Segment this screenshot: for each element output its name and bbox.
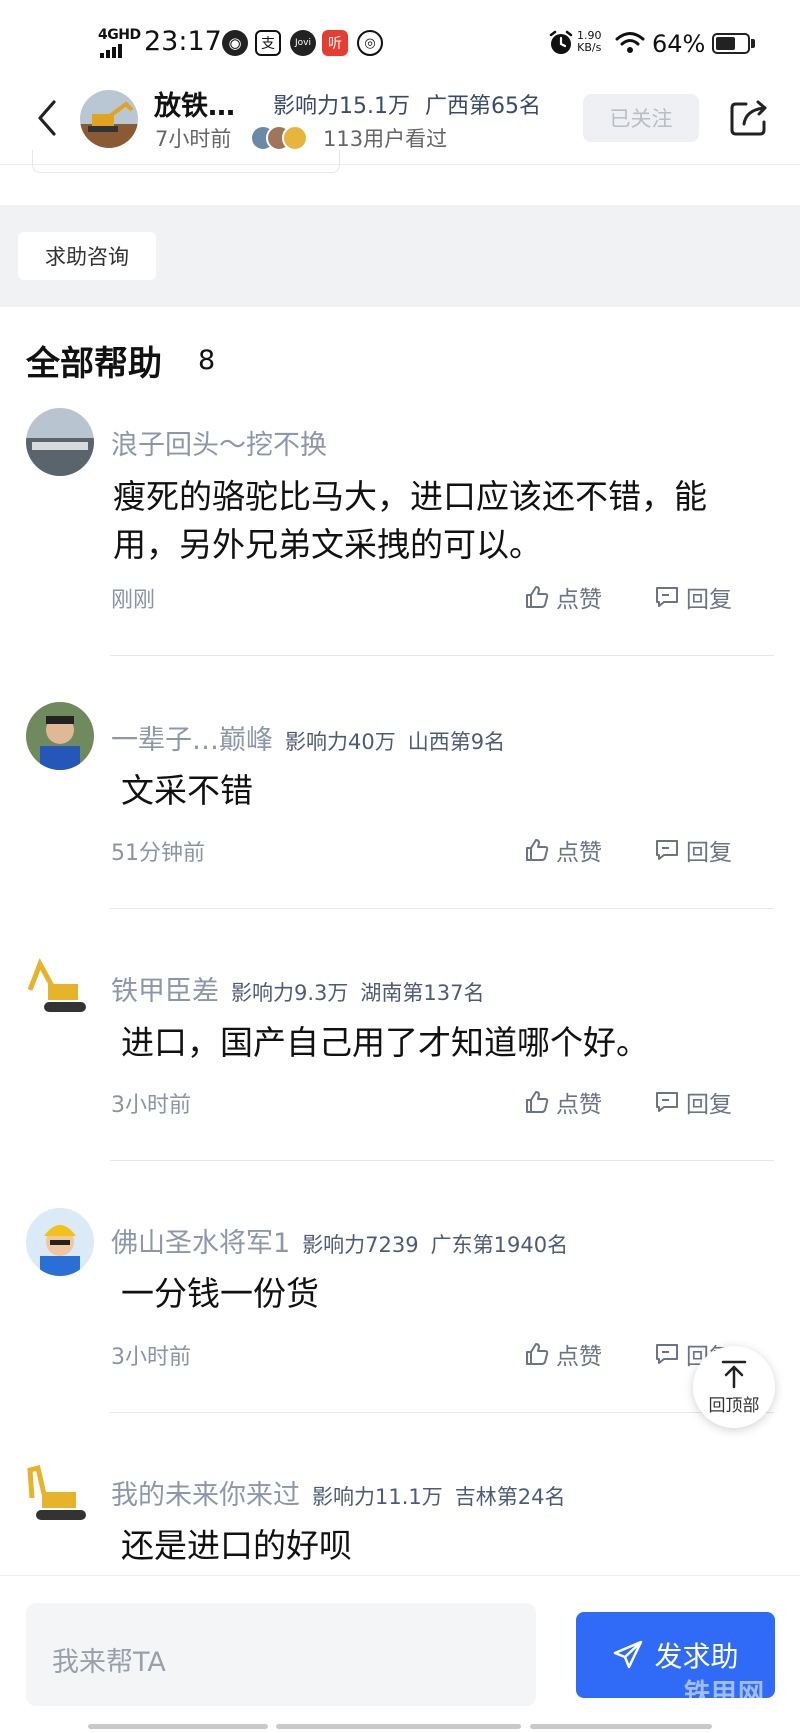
reply-icon (656, 840, 678, 860)
comment-text: 瘦死的骆驼比马大，进口应该还不错，能用，另外兄弟文采拽的可以。 (113, 477, 707, 564)
commenter-avatar[interactable] (26, 1462, 94, 1530)
like-label: 点赞 (556, 587, 602, 613)
section-count: 8 (198, 345, 216, 376)
category-tag[interactable]: 求助咨询 (18, 232, 156, 280)
home-indicator (530, 1724, 712, 1729)
home-indicator (88, 1724, 268, 1729)
comment-text: 文采不错 (121, 771, 253, 810)
ask-help-label: 发求助 (654, 1640, 739, 1673)
comment-text: 一分钱一份货 (121, 1274, 319, 1313)
netease-music-icon: ◎ (357, 30, 383, 56)
reply-label: 回复 (686, 840, 732, 866)
commenter-name[interactable]: 铁甲臣差 (111, 969, 219, 1008)
comment-text: 还是进口的好呗 (121, 1526, 352, 1565)
previous-card-edge (32, 150, 340, 173)
commenter-name[interactable]: 浪子回头～挖不换 (111, 423, 327, 462)
reply-label: 回复 (686, 1092, 732, 1118)
status-bar: 4GHD 23:17 ◉ 支 Jovi 听 ◎ 1.90 KB/s 64% (0, 0, 800, 88)
comment-time: 3小时前 (111, 1093, 191, 1118)
commenter-avatar[interactable] (26, 702, 94, 770)
commenter-influence: 影响力7239 (302, 1233, 419, 1257)
network-type: 4GHD (98, 27, 141, 43)
reply-input-placeholder: 我来帮TA (52, 1647, 166, 1678)
send-icon (614, 1640, 643, 1669)
battery-percent: 64% (652, 30, 706, 58)
author-influence: 影响力15.1万 (273, 94, 410, 119)
comment-divider (110, 655, 774, 656)
like-label: 点赞 (556, 840, 602, 866)
back-arrow-icon[interactable] (30, 98, 64, 138)
thumbs-up-icon (526, 1091, 549, 1113)
battery-icon (712, 33, 750, 54)
commenter-name[interactable]: 佛山圣水将军1 (111, 1221, 290, 1260)
arrow-up-icon (721, 1360, 747, 1388)
author-name[interactable]: 放铁… (154, 84, 235, 123)
commenter-header: 一辈子…巅峰 影响力40万 山西第9名 (111, 718, 505, 757)
viewer-count: 113用户看过 (323, 127, 448, 151)
author-rank: 广西第65名 (425, 94, 541, 119)
reply-button[interactable]: 回复 (654, 1085, 732, 1119)
back-to-top-button[interactable]: 回顶部 (693, 1346, 775, 1428)
reply-icon (656, 587, 678, 607)
post-time: 7小时前 (155, 127, 232, 151)
share-icon[interactable] (728, 98, 770, 138)
comment-divider (110, 1412, 774, 1413)
commenter-header: 佛山圣水将军1 影响力7239 广东第1940名 (111, 1221, 568, 1260)
thumbs-up-icon (526, 839, 549, 861)
reply-label: 回复 (686, 587, 732, 613)
wifi-icon (615, 32, 645, 53)
signal-icon (100, 44, 122, 58)
reply-button[interactable]: 回复 (654, 580, 732, 614)
commenter-name[interactable]: 我的未来你来过 (111, 1473, 300, 1512)
comment-time: 51分钟前 (111, 841, 205, 866)
like-label: 点赞 (556, 1344, 602, 1370)
comment-divider (110, 908, 774, 909)
comment-time: 3小时前 (111, 1345, 191, 1370)
thumbs-up-icon (526, 1343, 549, 1365)
back-to-top-label: 回顶部 (708, 1395, 760, 1416)
clock: 23:17 (144, 26, 222, 57)
commenter-rank: 广东第1940名 (430, 1233, 569, 1257)
like-button[interactable]: 点赞 (524, 833, 602, 867)
alarm-icon (549, 30, 573, 54)
author-stats: 影响力15.1万 广西第65名 (273, 88, 541, 120)
commenter-avatar[interactable] (26, 408, 94, 476)
watermark: 铁甲网 (684, 1679, 766, 1709)
commenter-influence: 影响力11.1万 (312, 1485, 443, 1509)
comment-time: 刚刚 (111, 588, 156, 613)
follow-button[interactable]: 已关注 (583, 94, 699, 142)
home-indicator (276, 1724, 521, 1729)
network-speed: 1.90 KB/s (577, 29, 602, 54)
like-button[interactable]: 点赞 (524, 580, 602, 614)
author-avatar[interactable] (80, 90, 138, 148)
jovi-icon: Jovi (290, 30, 316, 56)
comment-divider (110, 1160, 774, 1161)
commenter-avatar[interactable] (26, 1208, 94, 1276)
like-button[interactable]: 点赞 (524, 1085, 602, 1119)
commenter-influence: 影响力9.3万 (231, 981, 349, 1005)
reply-icon (656, 1092, 678, 1112)
section-title: 全部帮助 (26, 344, 162, 384)
viewer-avatar (282, 125, 308, 151)
alipay-icon: 支 (255, 30, 281, 56)
commenter-rank: 湖南第137名 (360, 981, 485, 1005)
like-button[interactable]: 点赞 (524, 1337, 602, 1371)
commenter-influence: 影响力40万 (285, 730, 396, 754)
commenter-header: 铁甲臣差 影响力9.3万 湖南第137名 (111, 969, 485, 1008)
thumbs-up-icon (526, 586, 549, 608)
browser-icon: ◉ (222, 30, 248, 56)
commenter-rank: 山西第9名 (407, 730, 506, 754)
commenter-avatar[interactable] (26, 956, 94, 1024)
battery-tip (751, 39, 755, 48)
reply-icon (656, 1344, 678, 1364)
commenter-header: 我的未来你来过 影响力11.1万 吉林第24名 (111, 1473, 566, 1512)
like-label: 点赞 (556, 1092, 602, 1118)
commenter-name[interactable]: 一辈子…巅峰 (111, 718, 273, 757)
comment-text: 进口，国产自己用了才知道哪个好。 (121, 1023, 649, 1062)
ting-icon: 听 (322, 30, 348, 56)
commenter-rank: 吉林第24名 (454, 1485, 566, 1509)
reply-button[interactable]: 回复 (654, 833, 732, 867)
